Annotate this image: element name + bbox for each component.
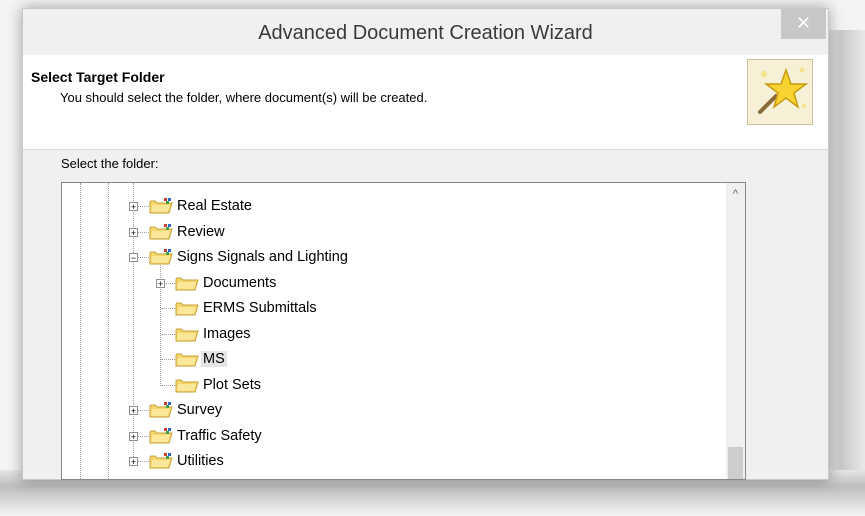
expand-icon[interactable]: + <box>129 431 138 441</box>
tree-item[interactable]: Plot Sets <box>62 374 712 396</box>
tree-item[interactable]: − Signs Signals and Lighting <box>62 246 712 268</box>
project-folder-icon <box>149 427 173 443</box>
expand-icon[interactable]: + <box>156 278 165 288</box>
folder-tree-content: + Real Estate + Review − Signs Signals and Li… <box>62 183 714 479</box>
tree-item-label: Plot Sets <box>203 376 262 393</box>
expand-icon[interactable]: + <box>129 406 138 416</box>
tree-item[interactable]: + Real Estate <box>62 195 712 217</box>
tree-item[interactable]: + Documents <box>62 272 712 294</box>
folder-icon <box>175 302 199 316</box>
tree-item-label: Traffic Safety <box>177 427 262 444</box>
vertical-scrollbar[interactable]: ^ <box>725 183 745 479</box>
tree-connector <box>161 333 175 335</box>
tree-item-label: ERMS Submittals <box>203 300 317 316</box>
tree-item-label: Images <box>203 325 251 342</box>
collapse-icon[interactable]: − <box>129 253 138 263</box>
step-title: Select Target Folder <box>31 69 165 85</box>
step-description: You should select the folder, where docu… <box>60 90 428 105</box>
expand-icon[interactable]: + <box>129 457 138 467</box>
tree-item[interactable]: Images <box>62 323 712 345</box>
tree-item-label: Survey <box>177 402 223 418</box>
project-folder-icon <box>149 453 173 469</box>
close-icon: ✕ <box>795 13 812 33</box>
project-folder-icon <box>149 223 173 239</box>
window-title: Advanced Document Creation Wizard <box>258 22 593 44</box>
wizard-header: Select Target Folder You should select t… <box>23 55 828 150</box>
expand-icon[interactable]: + <box>129 202 138 212</box>
folder-icon <box>175 277 199 290</box>
scroll-up-button[interactable]: ^ <box>726 183 745 203</box>
project-folder-icon <box>149 402 173 418</box>
tree-item[interactable]: ERMS Submittals <box>62 297 712 319</box>
scroll-thumb[interactable] <box>728 447 743 479</box>
wizard-star-icon <box>747 59 813 125</box>
project-folder-icon <box>149 249 173 265</box>
tree-item-label: Documents <box>203 274 277 291</box>
tree-item[interactable]: + Survey <box>62 399 712 421</box>
tree-item-label: Real Estate <box>177 198 252 214</box>
folder-icon <box>175 328 199 341</box>
tree-item[interactable]: + Traffic Safety <box>62 425 712 447</box>
title-bar: Advanced Document Creation Wizard ✕ <box>23 9 828 55</box>
close-button[interactable]: ✕ <box>781 9 826 39</box>
expand-icon[interactable]: + <box>129 227 138 237</box>
tree-item-label: Utilities <box>177 453 224 469</box>
tree-item-label: Signs Signals and Lighting <box>177 249 348 265</box>
folder-tree[interactable]: + Real Estate + Review − Signs Signals and Li… <box>61 182 746 480</box>
tree-item-label: MS <box>201 351 227 367</box>
tree-connector <box>161 384 175 386</box>
tree-connector <box>161 308 175 309</box>
folder-icon <box>175 379 199 392</box>
tree-item[interactable]: + Review <box>62 221 712 243</box>
folder-label: Select the folder: <box>61 156 159 171</box>
tree-connector <box>161 359 175 360</box>
tree-item[interactable]: MS <box>62 348 712 370</box>
tree-item[interactable]: + Utilities <box>62 450 712 472</box>
tree-item-label: Review <box>177 223 225 240</box>
background-shadow-right <box>826 30 865 490</box>
project-folder-icon <box>149 198 173 214</box>
folder-icon <box>175 353 199 367</box>
